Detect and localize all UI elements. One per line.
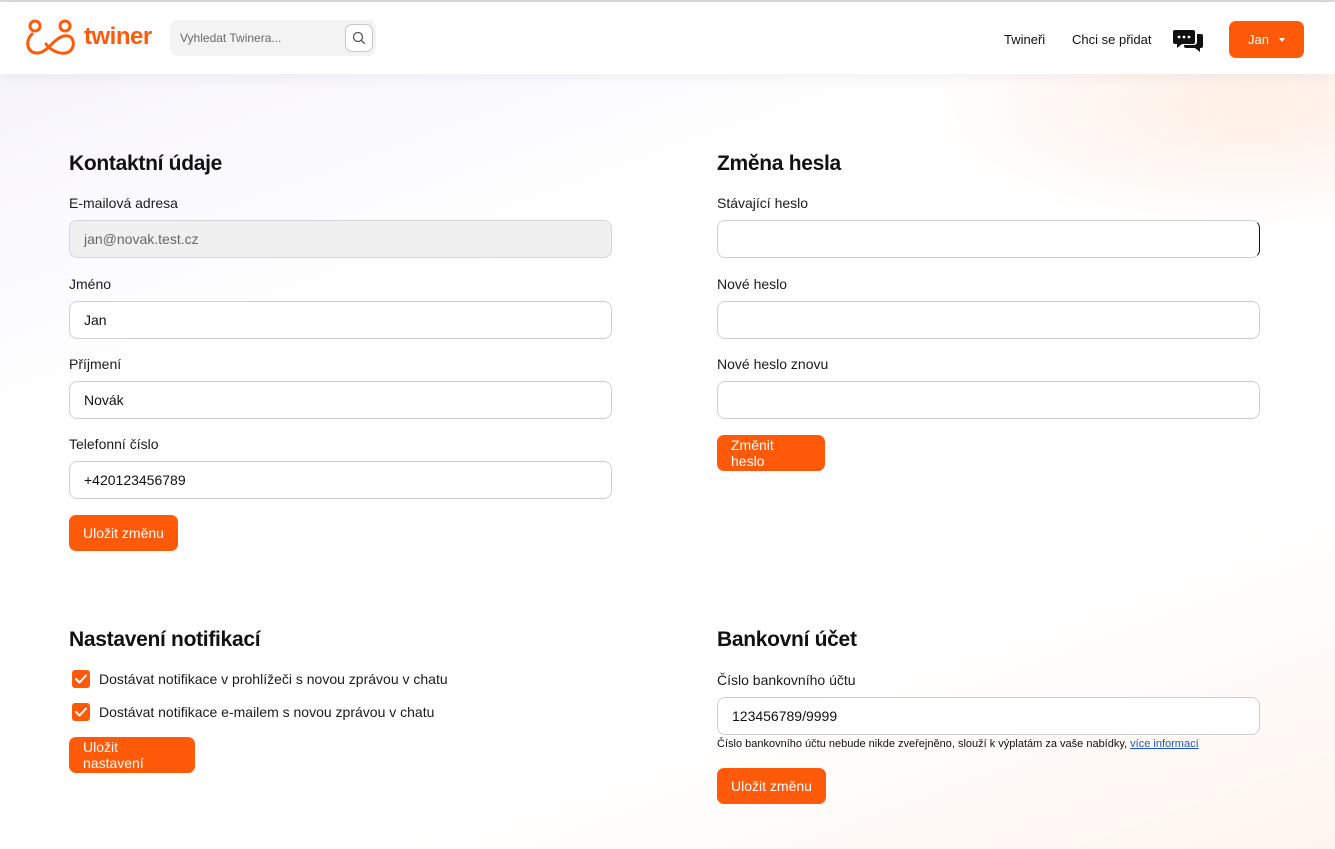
nav-link-twineri[interactable]: Twineři	[1004, 32, 1045, 47]
browser-notification-label: Dostávat notifikace v prohlížeči s novou…	[99, 671, 448, 687]
first-name-label: Jméno	[69, 276, 112, 292]
save-contact-button[interactable]: Uložit změnu	[69, 515, 178, 551]
chat-icon[interactable]	[1173, 28, 1203, 57]
brand-name: twiner	[84, 23, 152, 50]
bank-account-field[interactable]: 123456789/9999	[717, 697, 1260, 735]
more-info-link[interactable]: více informací	[1130, 738, 1198, 750]
nav-link-join[interactable]: Chci se přidat	[1072, 32, 1151, 47]
checkbox-checked-icon[interactable]	[72, 670, 90, 688]
logo-mark-icon	[26, 19, 75, 55]
last-name-field[interactable]: Novák	[69, 381, 612, 419]
contact-section: Kontaktní údaje E-mailová adresa jan@nov…	[69, 152, 612, 552]
repeat-password-label: Nové heslo znovu	[717, 356, 829, 372]
search-icon	[352, 31, 366, 45]
user-name: Jan	[1248, 32, 1269, 47]
twiner-logo[interactable]: twiner	[24, 18, 152, 56]
current-password-field[interactable]	[717, 220, 1260, 258]
notifications-title: Nastavení notifikací	[69, 628, 261, 651]
bank-account-hint: Číslo bankovního účtu nebude nikde zveře…	[717, 738, 1199, 750]
checkbox-checked-icon[interactable]	[72, 703, 90, 721]
phone-field[interactable]: +420123456789	[69, 461, 612, 499]
caret-down-icon	[1278, 37, 1285, 42]
first-name-field[interactable]: Jan	[69, 301, 612, 339]
save-bank-button[interactable]: Uložit změnu	[717, 768, 826, 804]
email-field: jan@novak.test.cz	[69, 220, 612, 258]
top-navbar: twiner Vyhledat Twinera... Twineři Chci …	[0, 2, 1335, 74]
phone-label: Telefonní číslo	[69, 436, 159, 452]
bank-hint-text: Číslo bankovního účtu nebude nikde zveře…	[717, 738, 1131, 750]
last-name-label: Příjmení	[69, 356, 122, 372]
contact-title: Kontaktní údaje	[69, 152, 223, 175]
password-title: Změna hesla	[717, 152, 841, 175]
bank-section: Bankovní účet Číslo bankovního účtu 1234…	[717, 628, 1260, 818]
save-notifications-button[interactable]: Uložit nastavení	[69, 737, 195, 773]
new-password-field[interactable]	[717, 301, 1260, 339]
search-input[interactable]: Vyhledat Twinera...	[180, 31, 345, 45]
search-button[interactable]	[345, 24, 373, 52]
email-notification-label: Dostávat notifikace e-mailem s novou zpr…	[99, 704, 435, 720]
bank-account-label: Číslo bankovního účtu	[717, 672, 856, 688]
user-menu-button[interactable]: Jan	[1229, 21, 1304, 58]
email-notification-option[interactable]: Dostávat notifikace e-mailem s novou zpr…	[72, 703, 434, 721]
bank-title: Bankovní účet	[717, 628, 857, 651]
notifications-section: Nastavení notifikací Dostávat notifikace…	[69, 628, 612, 778]
browser-notification-option[interactable]: Dostávat notifikace v prohlížeči s novou…	[72, 670, 448, 688]
email-label: E-mailová adresa	[69, 195, 178, 211]
repeat-password-field[interactable]	[717, 381, 1260, 419]
change-password-button[interactable]: Změnit heslo	[717, 435, 825, 471]
search-bar[interactable]: Vyhledat Twinera...	[170, 20, 376, 56]
settings-page: Kontaktní údaje E-mailová adresa jan@nov…	[0, 74, 1335, 849]
current-password-label: Stávající heslo	[717, 195, 809, 211]
new-password-label: Nové heslo	[717, 276, 788, 292]
password-section: Změna hesla Stávající heslo Nové heslo N…	[717, 152, 1260, 472]
